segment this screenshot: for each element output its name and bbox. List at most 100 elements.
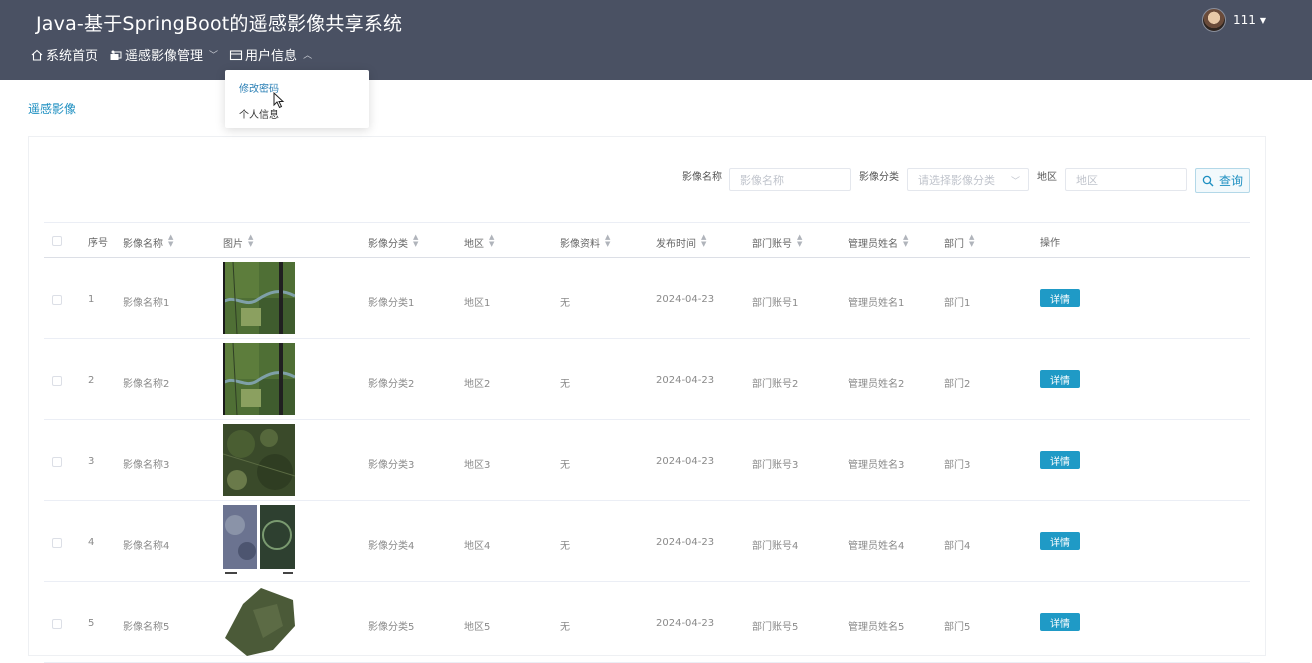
- column-label: 序号: [88, 238, 108, 249]
- column-header-admin[interactable]: 管理员姓名 ▲ ▼: [848, 234, 908, 251]
- user-name[interactable]: 111: [1233, 13, 1256, 27]
- sort-icon[interactable]: ▲ ▼: [903, 234, 908, 248]
- select-all-checkbox[interactable]: [52, 236, 62, 246]
- row-name: 影像名称4: [123, 541, 170, 552]
- chevron-up-icon: ︿: [303, 51, 313, 61]
- detail-button[interactable]: 详情: [1040, 451, 1080, 469]
- row-checkbox[interactable]: [52, 376, 62, 386]
- row-category: 影像分类3: [368, 460, 415, 471]
- chevron-down-icon: ﹀: [1010, 177, 1020, 187]
- column-label: 影像名称: [123, 239, 163, 250]
- column-header-action: 操作: [1040, 234, 1060, 249]
- row-category: 影像分类4: [368, 541, 415, 552]
- id-card-icon: [229, 48, 243, 62]
- region-input[interactable]: 地区: [1065, 168, 1187, 191]
- table-row[interactable]: 4 影像名称4 影像分类4 地区4 无 2024-04-23 部门账号4 管理员…: [44, 501, 1250, 582]
- search-region-group: 地区: [1037, 168, 1057, 183]
- satellite-image-thumbnail[interactable]: [223, 505, 295, 577]
- row-date: 2024-04-23: [656, 294, 715, 305]
- column-header-region[interactable]: 地区 ▲ ▼: [464, 234, 494, 251]
- row-dept: 部门2: [944, 379, 971, 390]
- table-row[interactable]: 5 影像名称5 影像分类5 地区5 无 2024-04-23 部门账号5 管理员…: [44, 582, 1250, 663]
- row-name: 影像名称1: [123, 298, 170, 309]
- detail-button[interactable]: 详情: [1040, 370, 1080, 388]
- row-region: 地区5: [464, 622, 491, 633]
- row-dept: 部门1: [944, 298, 971, 309]
- avatar[interactable]: [1201, 8, 1226, 32]
- query-button-label: 查询: [1218, 174, 1243, 188]
- column-label: 图片: [223, 239, 243, 250]
- satellite-image-thumbnail[interactable]: [223, 262, 295, 334]
- row-checkbox[interactable]: [52, 457, 62, 467]
- satellite-image-thumbnail[interactable]: [223, 343, 295, 415]
- search-category-wrap: 请选择影像分类 ﹀: [907, 168, 1029, 191]
- detail-button[interactable]: 详情: [1040, 613, 1080, 631]
- column-header-image[interactable]: 图片 ▲ ▼: [223, 234, 253, 251]
- column-header-material[interactable]: 影像资料 ▲ ▼: [560, 234, 610, 251]
- row-admin: 管理员姓名1: [848, 298, 905, 309]
- row-region: 地区4: [464, 541, 491, 552]
- image-name-input[interactable]: 影像名称: [729, 168, 851, 191]
- sort-icon[interactable]: ▲ ▼: [797, 234, 802, 248]
- row-category: 影像分类2: [368, 379, 415, 390]
- row-admin: 管理员姓名3: [848, 460, 905, 471]
- column-header-date[interactable]: 发布时间 ▲ ▼: [656, 234, 706, 251]
- column-label: 管理员姓名: [848, 239, 898, 250]
- sort-icon[interactable]: ▲ ▼: [248, 234, 253, 248]
- caret-down-icon[interactable]: ▼: [1260, 16, 1266, 25]
- main-nav: 系统首页 遥感影像管理 ﹀ 用户信息 ︿: [30, 45, 323, 64]
- satellite-image-thumbnail[interactable]: [223, 424, 295, 496]
- search-category-group: 影像分类: [859, 168, 899, 183]
- query-button[interactable]: 查询: [1195, 168, 1250, 193]
- sort-icon[interactable]: ▲ ▼: [489, 234, 494, 248]
- row-checkbox[interactable]: [52, 295, 62, 305]
- column-label: 影像资料: [560, 239, 600, 250]
- image-table: 序号 影像名称 ▲ ▼ 图片 ▲ ▼ 影像分类 ▲ ▼ 地区 ▲ ▼ 影像资料 ▲ ▼ 发布时间 ▲ ▼…: [44, 222, 1250, 663]
- detail-button[interactable]: 详情: [1040, 289, 1080, 307]
- table-row[interactable]: 2 影像名称2 影像分类2 地区2 无 2024-04-23 部门账号2 管理员…: [44, 339, 1250, 420]
- table-header: 序号 影像名称 ▲ ▼ 图片 ▲ ▼ 影像分类 ▲ ▼ 地区 ▲ ▼ 影像资料 ▲ ▼ 发布时间 ▲ ▼…: [44, 222, 1250, 258]
- nav-item-home[interactable]: 系统首页: [30, 45, 98, 64]
- search-icon: [1202, 175, 1214, 186]
- row-admin: 管理员姓名4: [848, 541, 905, 552]
- nav-item-user-info[interactable]: 用户信息 ︿: [229, 45, 312, 64]
- row-account: 部门账号3: [752, 460, 799, 471]
- row-checkbox[interactable]: [52, 538, 62, 548]
- column-label: 地区: [464, 239, 484, 250]
- row-index: 5: [88, 618, 95, 629]
- sort-icon[interactable]: ▲ ▼: [701, 234, 706, 248]
- row-material: 无: [560, 622, 570, 633]
- column-header-category[interactable]: 影像分类 ▲ ▼: [368, 234, 418, 251]
- table-row[interactable]: 3 影像名称3 影像分类3 地区3 无 2024-04-23 部门账号3 管理员…: [44, 420, 1250, 501]
- search-region-wrap: 地区: [1065, 168, 1187, 191]
- sort-icon[interactable]: ▲ ▼: [413, 234, 418, 248]
- row-account: 部门账号2: [752, 379, 799, 390]
- sort-icon[interactable]: ▲ ▼: [168, 234, 173, 248]
- nav-item-image-management[interactable]: 遥感影像管理 ﹀: [109, 45, 218, 64]
- row-category: 影像分类5: [368, 622, 415, 633]
- column-label: 影像分类: [368, 239, 408, 250]
- breadcrumb[interactable]: 遥感影像: [28, 100, 76, 117]
- column-header-name[interactable]: 影像名称 ▲ ▼: [123, 234, 173, 251]
- row-index: 2: [88, 375, 95, 386]
- sort-icon[interactable]: ▲ ▼: [605, 234, 610, 248]
- row-date: 2024-04-23: [656, 456, 715, 467]
- column-header-account[interactable]: 部门账号 ▲ ▼: [752, 234, 802, 251]
- detail-button[interactable]: 详情: [1040, 532, 1080, 550]
- nav-item-label: 系统首页: [46, 49, 99, 64]
- row-dept: 部门3: [944, 460, 971, 471]
- user-info-dropdown: 修改密码 个人信息: [225, 70, 369, 128]
- column-header-index: 序号: [88, 234, 108, 249]
- row-material: 无: [560, 460, 570, 471]
- row-name: 影像名称3: [123, 460, 170, 471]
- user-menu[interactable]: 111 ▼: [1201, 8, 1266, 32]
- row-checkbox[interactable]: [52, 619, 62, 629]
- satellite-image-thumbnail[interactable]: [223, 586, 295, 658]
- search-name-wrap: 影像名称: [729, 168, 851, 191]
- row-region: 地区3: [464, 460, 491, 471]
- image-category-select[interactable]: 请选择影像分类 ﹀: [907, 168, 1029, 191]
- column-label: 部门账号: [752, 239, 792, 250]
- table-row[interactable]: 1 影像名称1 影像分类1 地区1 无 2024-04-23 部门账号1 管理员…: [44, 258, 1250, 339]
- sort-icon[interactable]: ▲ ▼: [969, 234, 974, 248]
- column-header-dept[interactable]: 部门 ▲ ▼: [944, 234, 974, 251]
